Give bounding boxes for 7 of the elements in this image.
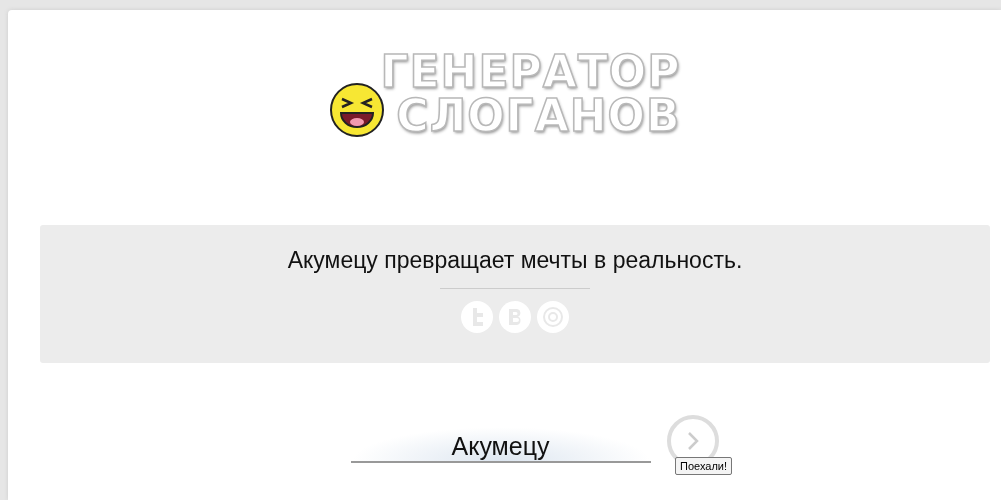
name-input-field[interactable]: Акумецу [350, 427, 651, 463]
logo-subtitle: СЛОГАНОВ [396, 94, 681, 138]
tooltip: Поехали! [675, 457, 732, 475]
logo-title: ГЕНЕРАТОР [380, 50, 681, 94]
chevron-right-icon [685, 430, 700, 452]
laughing-smiley-icon [328, 82, 385, 138]
slogan-text: Акумецу превращает мечты в реальность. [287, 247, 743, 274]
